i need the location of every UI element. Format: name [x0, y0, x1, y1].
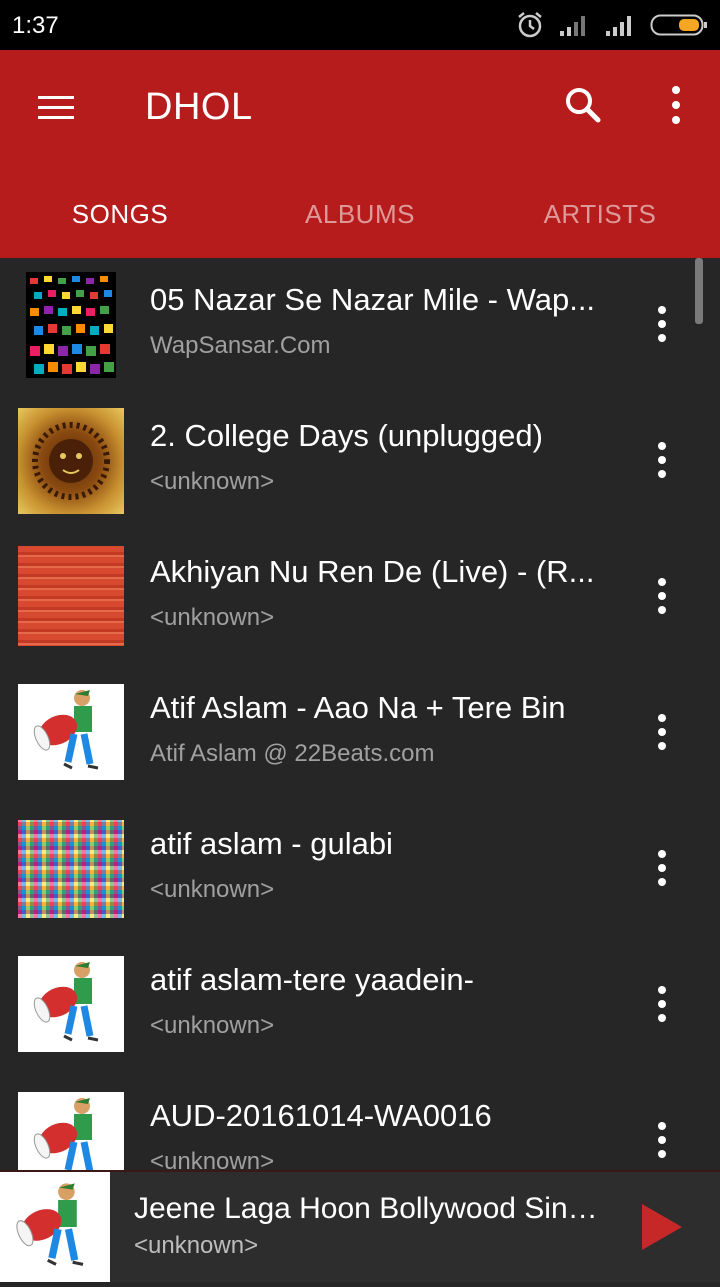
album-art [18, 684, 124, 780]
song-artist: <unknown> [150, 1012, 275, 1039]
album-art-lion-mosaic [32, 422, 110, 500]
song-options-button[interactable] [646, 982, 678, 1026]
song-options-button[interactable] [646, 1118, 678, 1162]
song-row[interactable]: AUD-20161014-WA0016 <unknown> [0, 1074, 720, 1170]
song-title: Akhiyan Nu Ren De (Live) - (R... [150, 554, 595, 589]
menu-button[interactable] [26, 82, 86, 132]
status-time: 1:37 [12, 12, 59, 39]
song-row[interactable]: Atif Aslam - Aao Na + Tere Bin Atif Asla… [0, 666, 720, 802]
dhol-player-icon [33, 1098, 94, 1170]
song-options-button[interactable] [646, 438, 678, 482]
song-title: atif aslam - gulabi [150, 826, 393, 861]
battery-icon [650, 14, 707, 36]
song-options-button[interactable] [646, 574, 678, 618]
dhol-player-icon [33, 690, 99, 770]
song-artist: Atif Aslam @ 22Beats.com [150, 740, 435, 767]
song-title: 05 Nazar Se Nazar Mile - Wap... [150, 282, 596, 317]
album-art [18, 408, 124, 514]
album-art [18, 956, 124, 1052]
app-title: DHOL [145, 86, 253, 128]
song-artist: <unknown> [150, 468, 275, 495]
song-row[interactable]: atif aslam-tere yaadein- <unknown> [0, 938, 720, 1074]
tab-artists[interactable]: ARTISTS [480, 170, 720, 258]
alarm-icon [518, 12, 542, 38]
album-art-pixel-noise [18, 820, 124, 918]
song-title: Atif Aslam - Aao Na + Tere Bin [150, 690, 566, 725]
more-vert-icon [658, 986, 666, 1022]
song-list[interactable]: 05 Nazar Se Nazar Mile - Wap... WapSansa… [0, 258, 720, 1170]
signal-icon [560, 16, 585, 36]
more-vert-icon [658, 442, 666, 478]
song-options-button[interactable] [646, 846, 678, 890]
play-button[interactable] [636, 1202, 686, 1252]
app-bar: DHOL SONGS ALBUMS ARTISTS [0, 50, 720, 258]
more-vert-icon [658, 306, 666, 342]
song-options-button[interactable] [646, 710, 678, 754]
search-icon [566, 88, 601, 123]
song-row[interactable]: 2. College Days (unplugged) <unknown> [0, 394, 720, 530]
menu-icon [38, 96, 74, 119]
song-artist: WapSansar.Com [150, 332, 331, 359]
song-artist: <unknown> [150, 604, 275, 631]
song-title: AUD-20161014-WA0016 [150, 1098, 492, 1133]
dhol-player-icon [33, 962, 99, 1042]
list-scrollbar[interactable] [695, 258, 703, 324]
song-title: atif aslam-tere yaadein- [150, 962, 474, 997]
album-art [18, 1092, 124, 1170]
now-playing-art [0, 1172, 110, 1282]
song-row[interactable]: 05 Nazar Se Nazar Mile - Wap... WapSansa… [0, 258, 720, 394]
now-playing-title: Jeene Laga Hoon Bollywood Sing... [134, 1192, 604, 1225]
song-row[interactable]: atif aslam - gulabi <unknown> [0, 802, 720, 938]
tab-songs[interactable]: SONGS [0, 170, 240, 258]
play-icon [642, 1204, 682, 1250]
status-bar: 1:37 [0, 0, 720, 50]
song-artist: <unknown> [150, 876, 275, 903]
status-icons [516, 10, 708, 40]
now-playing-bar[interactable]: Jeene Laga Hoon Bollywood Sing... <unkno… [0, 1170, 720, 1282]
more-vert-icon [658, 578, 666, 614]
song-artist: <unknown> [150, 1148, 275, 1170]
tab-albums[interactable]: ALBUMS [240, 170, 480, 258]
more-vert-icon [658, 1122, 666, 1158]
now-playing-artist: <unknown> [134, 1232, 259, 1259]
signal-icon [606, 16, 631, 36]
song-options-button[interactable] [646, 302, 678, 346]
more-vert-icon [658, 850, 666, 886]
album-art-colorful-dots [30, 276, 114, 374]
more-vert-icon [672, 86, 680, 124]
song-title: 2. College Days (unplugged) [150, 418, 543, 453]
overflow-menu-button[interactable] [656, 80, 696, 130]
album-art [26, 272, 116, 378]
tab-bar: SONGS ALBUMS ARTISTS [0, 170, 720, 258]
song-row[interactable]: Akhiyan Nu Ren De (Live) - (R... <unknow… [0, 530, 720, 666]
more-vert-icon [658, 714, 666, 750]
album-art-red-stripes [18, 546, 124, 646]
dhol-player-icon [16, 1183, 84, 1266]
search-button[interactable] [558, 80, 608, 130]
